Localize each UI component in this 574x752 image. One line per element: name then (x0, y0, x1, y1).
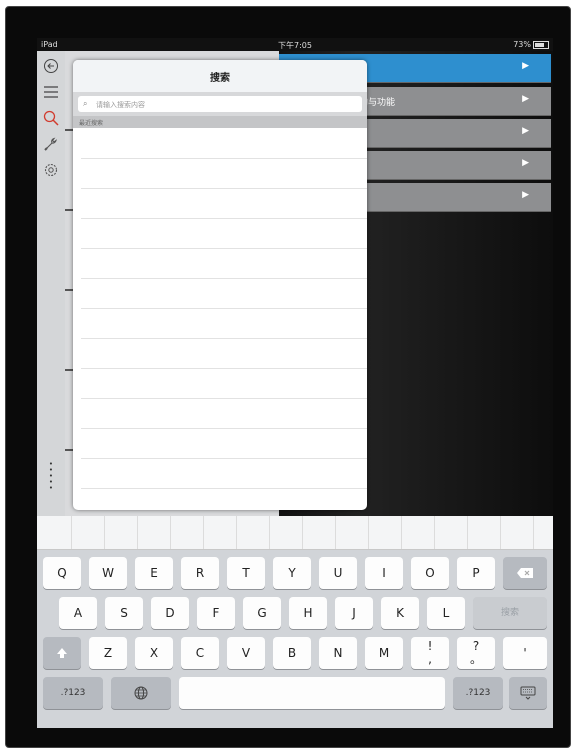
list-divider (81, 428, 367, 429)
key-l[interactable]: L (427, 597, 465, 629)
more-dots-icon[interactable]: • • • • • (37, 461, 65, 492)
shift-key[interactable] (43, 637, 81, 669)
key-exclamation-comma[interactable]: ! , (411, 637, 449, 669)
recent-searches-label: 最近搜索 (79, 120, 104, 127)
key-c[interactable]: C (181, 637, 219, 669)
key-a[interactable]: A (59, 597, 97, 629)
search-bar: ⌕ 请输入搜索内容 (73, 92, 367, 116)
shift-icon (57, 648, 67, 658)
key-o[interactable]: O (411, 557, 449, 589)
globe-key[interactable] (111, 677, 171, 709)
battery-percent: 73% (513, 40, 531, 49)
search-key[interactable]: 搜索 (473, 597, 547, 629)
status-bar: iPad 下午7:05 73% (37, 38, 553, 51)
key-z[interactable]: Z (89, 637, 127, 669)
hide-keyboard-icon (520, 686, 536, 700)
key-bottom-char: , (428, 652, 432, 666)
hide-keyboard-key[interactable] (509, 677, 547, 709)
backspace-icon (517, 568, 533, 578)
back-icon[interactable] (37, 55, 65, 77)
key-v[interactable]: V (227, 637, 265, 669)
space-key[interactable] (179, 677, 445, 709)
key-w[interactable]: W (89, 557, 127, 589)
key-p[interactable]: P (457, 557, 495, 589)
keyboard: Q W E R T Y U I O P A S D F G H J K L 搜索 (37, 516, 553, 728)
list-divider (81, 248, 367, 249)
list-divider (81, 458, 367, 459)
search-popover: 搜索 ⌕ 请输入搜索内容 最近搜索 (73, 60, 367, 510)
device-bezel: iPad 下午7:05 73% • • • • • ▶ 构与功能 ▶ ▶ ▶ ▶… (5, 6, 571, 748)
key-g[interactable]: G (243, 597, 281, 629)
list-divider (81, 398, 367, 399)
key-s[interactable]: S (105, 597, 143, 629)
key-t[interactable]: T (227, 557, 265, 589)
battery-icon (533, 41, 549, 49)
chevron-right-icon: ▶ (522, 94, 529, 104)
settings-icon[interactable] (37, 159, 65, 181)
list-divider (81, 218, 367, 219)
key-b[interactable]: B (273, 637, 311, 669)
sidebar: • • • • • (37, 51, 66, 519)
key-n[interactable]: N (319, 637, 357, 669)
tools-icon[interactable] (37, 133, 65, 155)
globe-icon (134, 686, 148, 700)
numbers-key-right[interactable]: .?123 (453, 677, 503, 709)
screen: iPad 下午7:05 73% • • • • • ▶ 构与功能 ▶ ▶ ▶ ▶… (37, 38, 553, 728)
key-h[interactable]: H (289, 597, 327, 629)
search-icon[interactable] (37, 107, 65, 129)
list-divider (81, 188, 367, 189)
key-apostrophe[interactable]: ' (503, 637, 547, 669)
chevron-right-icon: ▶ (522, 158, 529, 168)
backspace-key[interactable] (503, 557, 547, 589)
key-f[interactable]: F (197, 597, 235, 629)
menu-icon[interactable] (37, 81, 65, 103)
key-j[interactable]: J (335, 597, 373, 629)
chevron-right-icon: ▶ (522, 61, 529, 71)
search-field-icon: ⌕ (83, 99, 88, 108)
key-r[interactable]: R (181, 557, 219, 589)
candidate-bar (37, 516, 553, 550)
search-placeholder: 请输入搜索内容 (96, 101, 145, 109)
list-divider (81, 278, 367, 279)
clock: 下午7:05 (278, 41, 312, 50)
key-bottom-char: 。 (469, 652, 482, 666)
recent-searches-header: 最近搜索 (73, 116, 367, 128)
popover-header: 搜索 (73, 60, 367, 93)
key-k[interactable]: K (381, 597, 419, 629)
list-divider (81, 488, 367, 489)
key-m[interactable]: M (365, 637, 403, 669)
key-x[interactable]: X (135, 637, 173, 669)
search-input[interactable]: ⌕ 请输入搜索内容 (78, 96, 362, 112)
key-e[interactable]: E (135, 557, 173, 589)
chevron-right-icon: ▶ (522, 190, 529, 200)
list-divider (81, 158, 367, 159)
key-question-period[interactable]: ? 。 (457, 637, 495, 669)
key-i[interactable]: I (365, 557, 403, 589)
key-y[interactable]: Y (273, 557, 311, 589)
popover-title: 搜索 (210, 73, 230, 84)
numbers-key-left[interactable]: .?123 (43, 677, 103, 709)
key-d[interactable]: D (151, 597, 189, 629)
list-divider (81, 368, 367, 369)
key-u[interactable]: U (319, 557, 357, 589)
list-divider (81, 338, 367, 339)
key-q[interactable]: Q (43, 557, 81, 589)
list-divider (81, 308, 367, 309)
chevron-right-icon: ▶ (522, 126, 529, 136)
